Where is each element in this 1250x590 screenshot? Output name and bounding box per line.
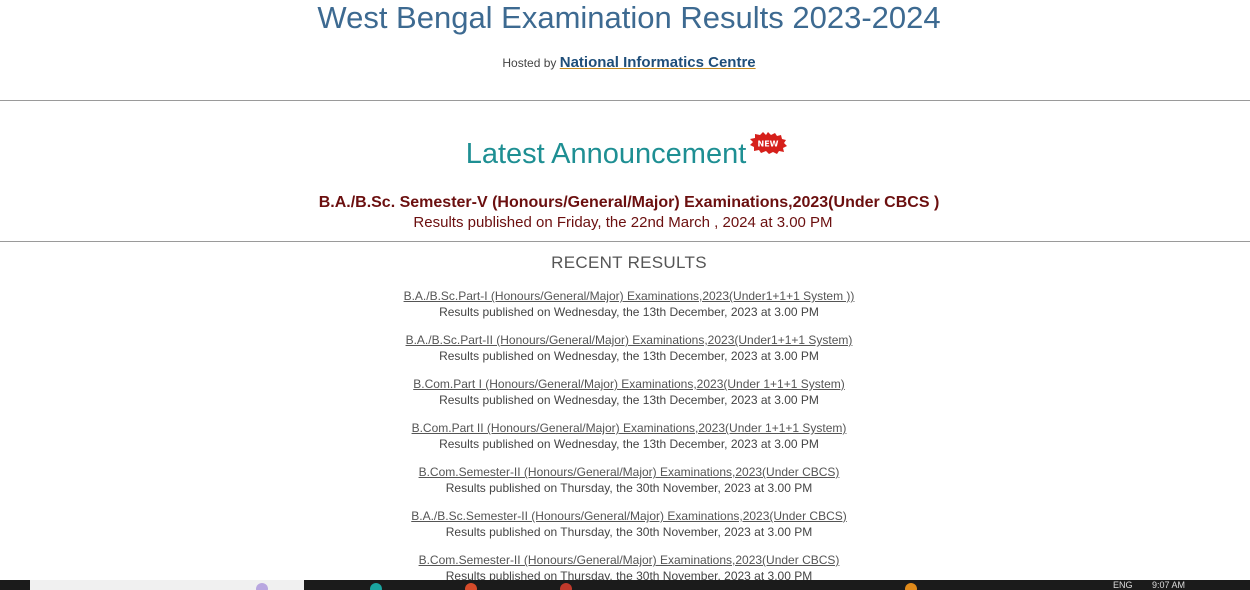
recent-results-heading: RECENT RESULTS <box>551 253 707 272</box>
list-item: B.Com.Part II (Honours/General/Major) Ex… <box>0 419 1250 463</box>
result-published-date: Results published on Thursday, the 30th … <box>445 525 813 539</box>
widget-icon[interactable] <box>256 583 268 590</box>
result-published-date: Results published on Wednesday, the 13th… <box>439 393 819 407</box>
announcement-divider <box>0 241 1250 242</box>
header-divider <box>0 100 1250 101</box>
chrome-icon[interactable] <box>560 583 572 590</box>
hosted-by-line: Hosted by National Informatics Centre <box>0 52 1250 74</box>
result-link[interactable]: B.A./B.Sc.Part-II (Honours/General/Major… <box>406 332 853 348</box>
new-badge-icon: NEW <box>750 132 787 154</box>
language-indicator[interactable]: ENG <box>1113 581 1133 590</box>
nic-link[interactable]: National Informatics Centre <box>560 54 756 71</box>
latest-announcement-heading: Latest Announcement <box>465 138 747 170</box>
result-link[interactable]: B.A./B.Sc.Semester-II (Honours/General/M… <box>411 508 847 524</box>
windows-taskbar: ENG 9:07 AM <box>0 580 1250 590</box>
clock-time[interactable]: 9:07 AM <box>1152 581 1185 590</box>
result-link[interactable]: B.Com.Part I (Honours/General/Major) Exa… <box>413 376 845 392</box>
weather-icon[interactable] <box>905 583 917 590</box>
edge-icon[interactable] <box>370 583 382 590</box>
result-published-date: Results published on Thursday, the 30th … <box>445 481 813 495</box>
page-title: West Bengal Examination Results 2023-202… <box>317 0 941 35</box>
list-item: B.Com.Part I (Honours/General/Major) Exa… <box>0 375 1250 419</box>
recent-results-list: B.A./B.Sc.Part-I (Honours/General/Major)… <box>0 287 1250 590</box>
result-link[interactable]: B.Com.Semester-II (Honours/General/Major… <box>419 464 840 480</box>
result-link[interactable]: B.Com.Part II (Honours/General/Major) Ex… <box>412 420 847 436</box>
result-published-date: Results published on Wednesday, the 13th… <box>439 437 819 451</box>
result-published-date: Results published on Wednesday, the 13th… <box>439 349 819 363</box>
result-link[interactable]: B.A./B.Sc.Part-I (Honours/General/Major)… <box>404 288 855 304</box>
new-badge-text: NEW <box>758 140 779 149</box>
result-published-date: Results published on Wednesday, the 13th… <box>439 305 819 319</box>
announcement-published-date: Results published on Friday, the 22nd Ma… <box>413 214 833 231</box>
list-item: B.A./B.Sc.Part-I (Honours/General/Major)… <box>0 287 1250 331</box>
announcement-exam-title[interactable]: B.A./B.Sc. Semester-V (Honours/General/M… <box>0 193 1250 213</box>
list-item: B.A./B.Sc.Part-II (Honours/General/Major… <box>0 331 1250 375</box>
list-item: B.A./B.Sc.Semester-II (Honours/General/M… <box>0 507 1250 551</box>
list-item: B.Com.Semester-II (Honours/General/Major… <box>0 463 1250 507</box>
app-icon[interactable] <box>465 583 477 590</box>
hosted-by-label: Hosted by <box>502 56 557 70</box>
result-link[interactable]: B.Com.Semester-II (Honours/General/Major… <box>419 552 840 568</box>
